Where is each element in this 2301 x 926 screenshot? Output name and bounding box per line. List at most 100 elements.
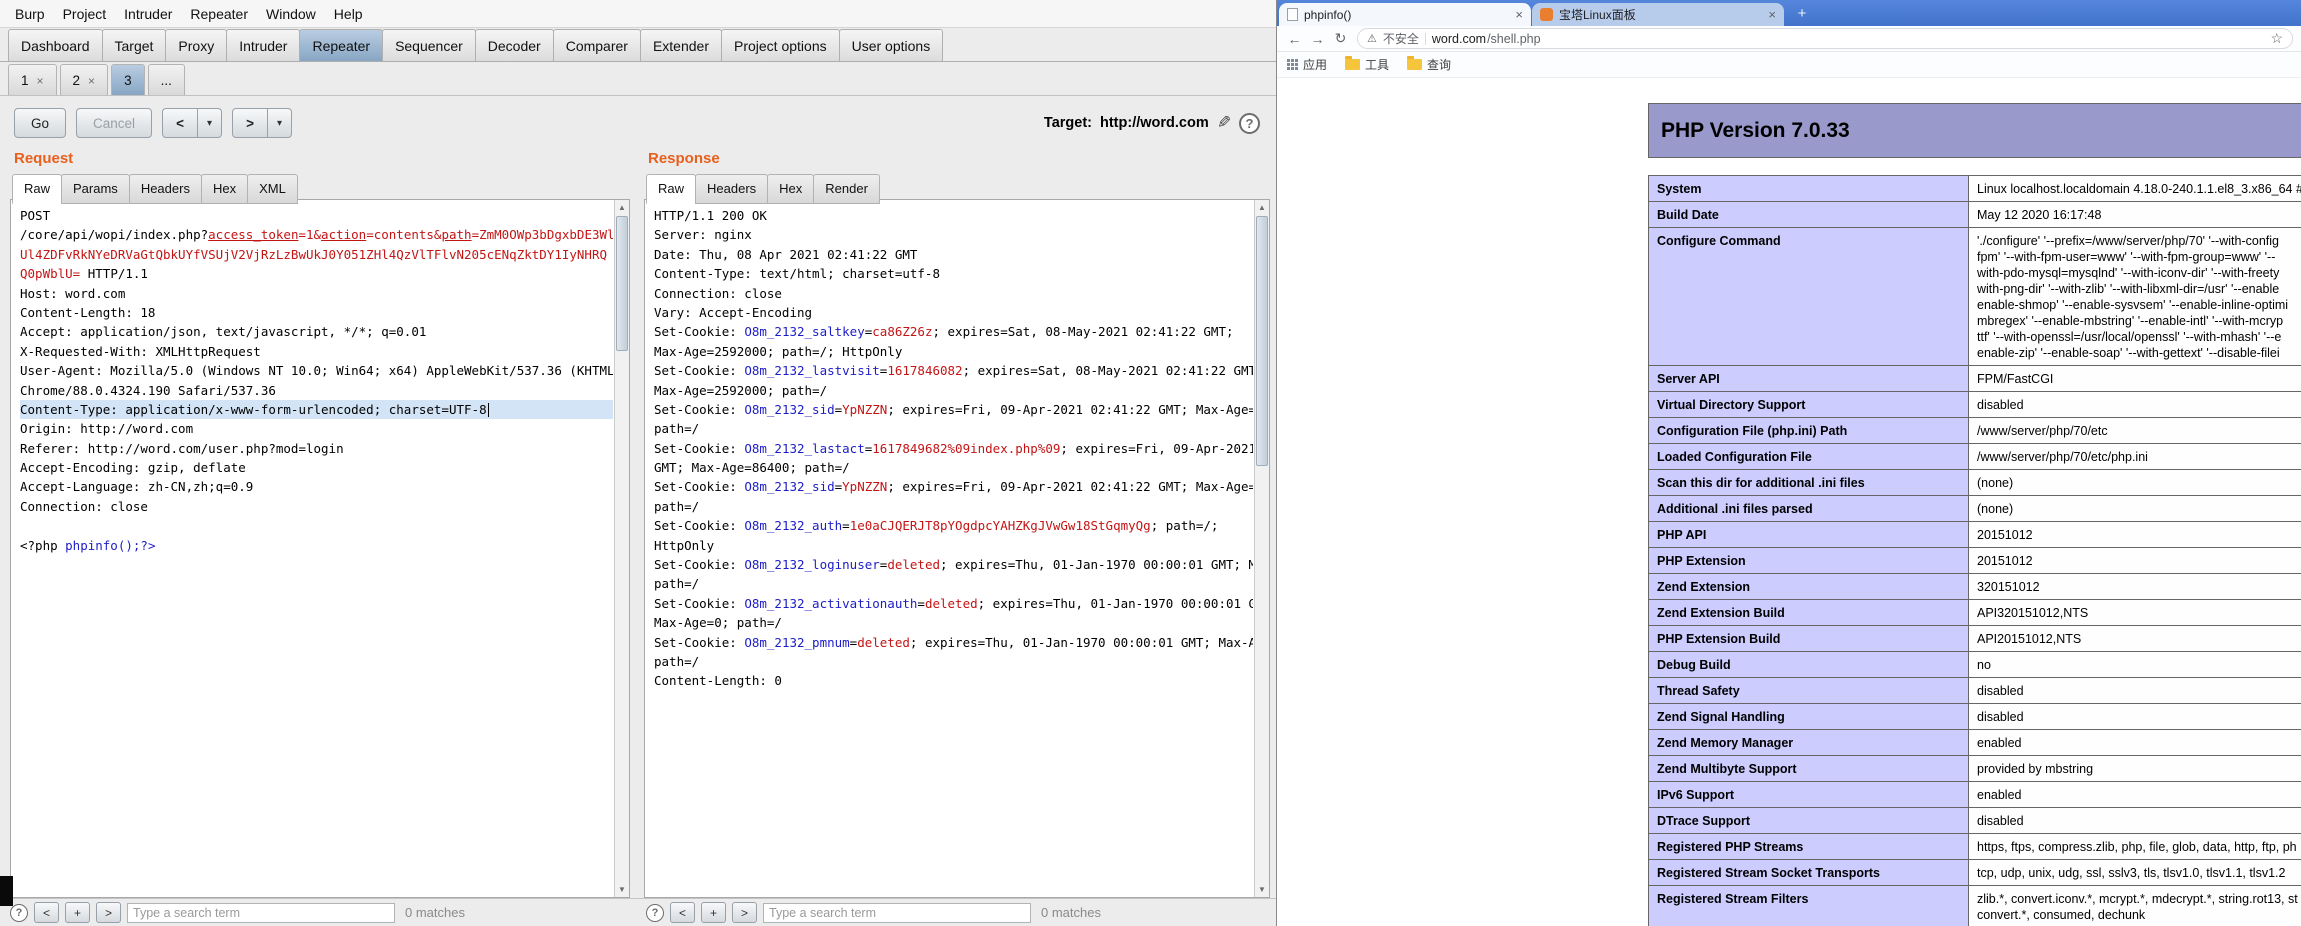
tab-repeater[interactable]: Repeater [299,29,383,61]
phpinfo-label: Zend Signal Handling [1649,704,1969,730]
forward-button[interactable]: → [1306,31,1329,47]
request-tab-hex[interactable]: Hex [201,174,248,204]
next-request-dropdown-icon[interactable]: ▾ [268,108,292,138]
search-nav-button[interactable]: + [701,902,726,923]
search-nav-button[interactable]: + [65,902,90,923]
help-icon[interactable]: ? [10,904,28,922]
http-line: <?php phpinfo();?> [20,536,613,555]
bookmark-star-icon[interactable]: ☆ [2270,30,2283,47]
phpinfo-value: zlib.*, convert.iconv.*, mcrypt.*, mdecr… [1969,886,2301,926]
search-input[interactable] [763,903,1031,923]
repeater-tab-1[interactable]: 1× [8,64,57,95]
menu-burp[interactable]: Burp [6,6,54,22]
phpinfo-label: PHP Extension [1649,548,1969,574]
request-tab-headers[interactable]: Headers [129,174,202,204]
close-tab-icon[interactable]: × [88,74,95,88]
menu-window[interactable]: Window [257,6,325,22]
phpinfo-value: disabled [1969,704,2301,730]
help-icon[interactable]: ? [1239,113,1260,134]
phpinfo-label: Build Date [1649,202,1969,228]
prev-request-dropdown-icon[interactable]: ▾ [198,108,222,138]
search-nav-button[interactable]: < [670,902,695,923]
menu-repeater[interactable]: Repeater [181,6,257,22]
browser-tab[interactable]: phpinfo() × [1279,3,1531,26]
reload-button[interactable]: ↻ [1329,30,1352,47]
phpinfo-row: Zend Memory Managerenabled [1649,730,2301,756]
search-input[interactable] [127,903,395,923]
scroll-down-icon[interactable]: ▼ [1255,882,1269,897]
prev-request-button[interactable]: < [162,108,198,138]
scrollbar-thumb[interactable] [616,216,628,351]
repeater-tab-[interactable]: ... [148,64,185,95]
tab-sequencer[interactable]: Sequencer [382,29,476,61]
response-tab-raw[interactable]: Raw [646,174,696,204]
http-line: Q0pWblU= HTTP/1.1 [20,264,613,283]
phpinfo-label: System [1649,176,1969,202]
new-tab-button[interactable]: + [1789,4,1815,24]
cancel-button[interactable]: Cancel [76,108,152,138]
target-value: http://word.com [1100,115,1209,131]
tab-target[interactable]: Target [102,29,167,61]
response-tab-hex[interactable]: Hex [767,174,814,204]
browser-content: PHP Version 7.0.33 SystemLinux localhost… [1277,78,2301,926]
security-label[interactable]: 不安全 [1383,30,1419,47]
menu-help[interactable]: Help [325,6,372,22]
menu-intruder[interactable]: Intruder [115,6,181,22]
edit-target-icon[interactable]: ✎ [1217,113,1231,133]
tab-dashboard[interactable]: Dashboard [8,29,103,61]
bookmark-folder[interactable]: 工具 [1345,56,1389,73]
http-line: POST [20,206,613,225]
response-scrollbar[interactable]: ▲ ▼ [1254,200,1269,897]
response-tab-render[interactable]: Render [813,174,880,204]
request-tab-raw[interactable]: Raw [12,174,62,204]
go-button[interactable]: Go [14,108,66,138]
address-bar[interactable]: ⚠ 不安全 word.com /shell.php ☆ [1357,28,2293,49]
tab-close-icon[interactable]: × [1768,7,1776,22]
phpinfo-row: Debug Buildno [1649,652,2301,678]
response-tab-headers[interactable]: Headers [695,174,768,204]
phpinfo-value: (none) [1969,470,2301,496]
back-button[interactable]: ← [1283,31,1306,47]
phpinfo-label: Additional .ini files parsed [1649,496,1969,522]
request-tab-xml[interactable]: XML [247,174,298,204]
bookmark-folder[interactable]: 查询 [1407,56,1451,73]
request-scrollbar[interactable]: ▲ ▼ [614,200,629,897]
burp-main-tab-bar: DashboardTargetProxyIntruderRepeaterSequ… [0,28,1276,62]
search-nav-button[interactable]: < [34,902,59,923]
phpinfo-value: (none) [1969,496,2301,522]
help-icon[interactable]: ? [646,904,664,922]
tab-title: phpinfo() [1304,8,1509,22]
repeater-tab-strip: 1×2×3... [0,62,1276,96]
response-panel: Response RawHeadersHexRender HTTP/1.1 20… [644,150,1270,898]
phpinfo-title: PHP Version 7.0.33 [1661,119,1850,143]
search-nav-button[interactable]: > [96,902,121,923]
response-editor[interactable]: HTTP/1.1 200 OKServer: nginxDate: Thu, 0… [644,199,1270,898]
tab-user-options[interactable]: User options [839,29,944,61]
phpinfo-row: PHP Extension BuildAPI20151012,NTS [1649,626,2301,652]
phpinfo-value: /www/server/php/70/etc/php.ini [1969,444,2301,470]
tab-extender[interactable]: Extender [640,29,722,61]
tab-proxy[interactable]: Proxy [165,29,227,61]
repeater-tab-2[interactable]: 2× [60,64,109,95]
http-line: Vary: Accept-Encoding [654,303,1253,322]
menu-project[interactable]: Project [54,6,116,22]
search-nav-button[interactable]: > [732,902,757,923]
bookmark-apps-shortcut[interactable]: 应用 [1287,56,1327,73]
request-tab-params[interactable]: Params [61,174,130,204]
repeater-tab-3[interactable]: 3 [111,64,145,95]
scrollbar-thumb[interactable] [1256,216,1268,466]
phpinfo-row: Configure Command'./configure' '--prefix… [1649,228,2301,366]
tab-project-options[interactable]: Project options [721,29,840,61]
scroll-down-icon[interactable]: ▼ [615,882,629,897]
tab-decoder[interactable]: Decoder [475,29,554,61]
request-editor[interactable]: POST/core/api/wopi/index.php?access_toke… [10,199,630,898]
phpinfo-page: PHP Version 7.0.33 SystemLinux localhost… [1648,103,2301,926]
tab-comparer[interactable]: Comparer [553,29,641,61]
close-tab-icon[interactable]: × [37,74,44,88]
tab-intruder[interactable]: Intruder [226,29,300,61]
phpinfo-row: Additional .ini files parsed(none) [1649,496,2301,522]
next-request-button[interactable]: > [232,108,268,138]
tab-close-icon[interactable]: × [1515,7,1523,22]
browser-tab[interactable]: 宝塔Linux面板× [1532,3,1784,26]
phpinfo-label: Registered PHP Streams [1649,834,1969,860]
